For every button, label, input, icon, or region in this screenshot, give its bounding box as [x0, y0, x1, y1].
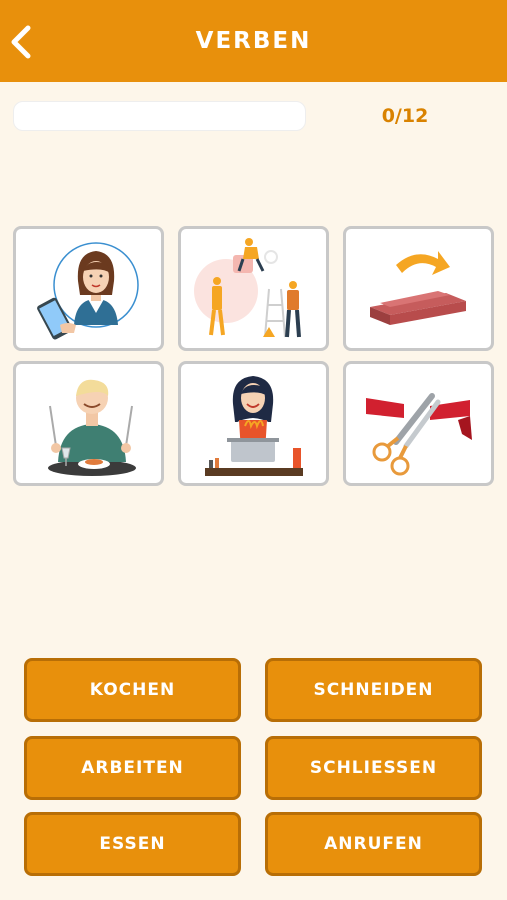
answer-button-essen[interactable]: ESSEN: [24, 812, 241, 876]
answer-button-anrufen[interactable]: ANRUFEN: [265, 812, 482, 876]
progress-counter: 0/12: [381, 105, 429, 127]
eating-man-icon: [48, 379, 136, 476]
page-title: VERBEN: [195, 28, 312, 54]
image-card-scissors[interactable]: [343, 361, 494, 486]
answer-button-kochen[interactable]: KOCHEN: [24, 658, 241, 722]
scissors-ribbon-icon: [366, 393, 472, 476]
image-card-cooking[interactable]: [178, 361, 329, 486]
progress-bar: [13, 101, 306, 131]
image-card-workers[interactable]: [178, 226, 329, 351]
answer-button-schneiden[interactable]: SCHNEIDEN: [265, 658, 482, 722]
construction-workers-icon: [194, 238, 301, 338]
image-card-phone[interactable]: [13, 226, 164, 351]
phone-call-woman-icon: [37, 242, 139, 340]
answer-button-arbeiten[interactable]: ARBEITEN: [24, 736, 241, 800]
header-bar: VERBEN: [0, 0, 507, 82]
image-card-eating[interactable]: [13, 361, 164, 486]
closing-box-icon: [370, 251, 466, 325]
answer-button-schliessen[interactable]: SCHLIESSEN: [265, 736, 482, 800]
image-card-box[interactable]: [343, 226, 494, 351]
cooking-woman-icon: [205, 376, 303, 476]
